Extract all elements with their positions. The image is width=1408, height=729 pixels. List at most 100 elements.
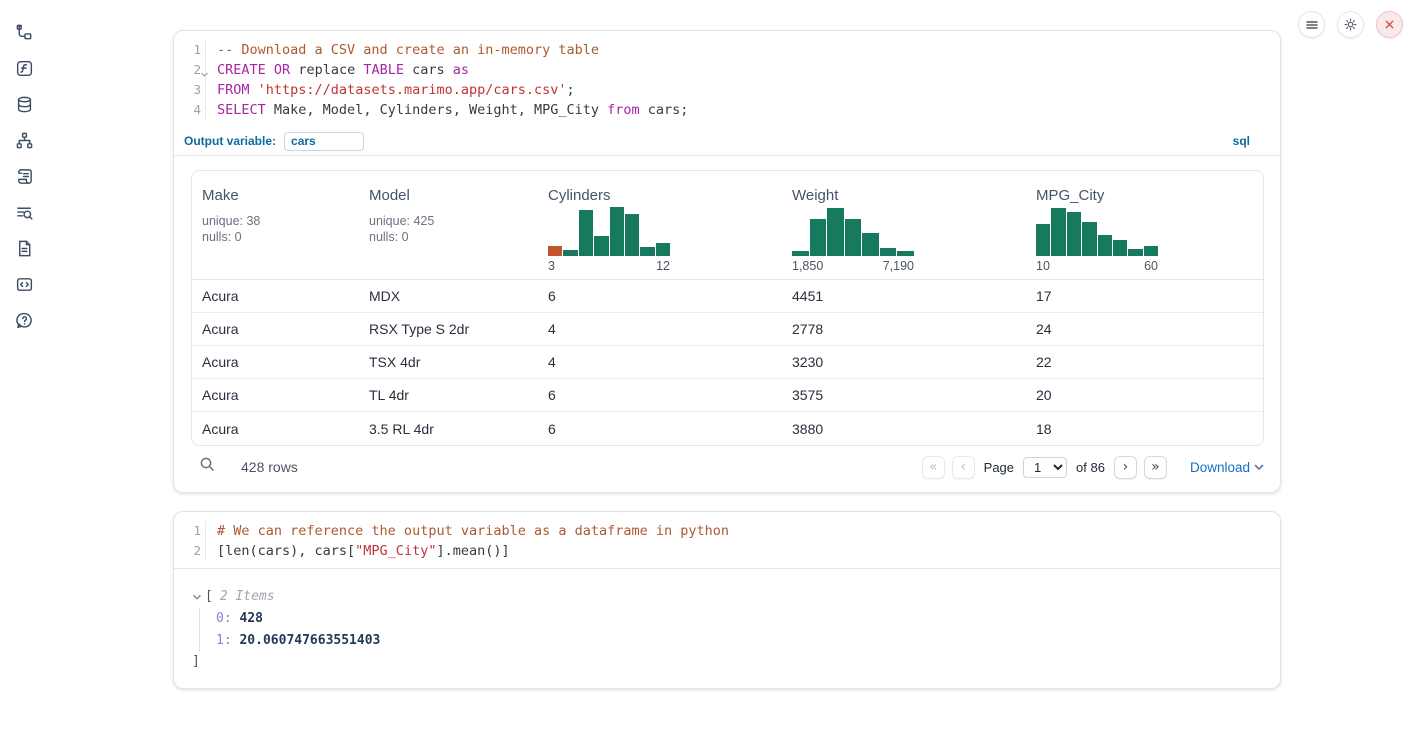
- histogram-bar[interactable]: [625, 214, 639, 256]
- table-row[interactable]: AcuraTSX 4dr4323022: [192, 346, 1263, 379]
- documentation-icon[interactable]: [0, 230, 48, 266]
- first-page-button[interactable]: «: [922, 456, 945, 479]
- list-item[interactable]: 1: 20.060747663551403: [216, 630, 1262, 652]
- code-line[interactable]: 2[len(cars), cars["MPG_City"].mean()]: [174, 541, 1280, 561]
- settings-button[interactable]: [1337, 11, 1364, 38]
- table-cell: 3575: [782, 387, 1026, 403]
- table-cell: RSX Type S 2dr: [359, 321, 538, 337]
- stat-line: nulls: 0: [369, 229, 530, 245]
- histogram-bar[interactable]: [810, 219, 827, 256]
- column-header-mpg_city[interactable]: MPG_City1060: [1026, 183, 1263, 279]
- token-keyword: OR: [274, 62, 290, 78]
- column-stats: unique: 425nulls: 0: [369, 213, 530, 245]
- histogram-bar[interactable]: [610, 207, 624, 256]
- histogram-bar[interactable]: [656, 243, 670, 256]
- histogram-bar[interactable]: [563, 250, 577, 256]
- shutdown-button[interactable]: [1376, 11, 1403, 38]
- histogram-bar[interactable]: [792, 251, 809, 256]
- code-line[interactable]: 1-- Download a CSV and create an in-memo…: [174, 40, 1280, 60]
- histogram-bar[interactable]: [1128, 249, 1142, 256]
- menu-button[interactable]: [1298, 11, 1325, 38]
- download-button[interactable]: Download: [1190, 460, 1264, 475]
- help-icon[interactable]: [0, 302, 48, 338]
- histogram-bar[interactable]: [579, 210, 593, 256]
- histogram-bar[interactable]: [1098, 235, 1112, 256]
- search-icon[interactable]: [199, 456, 216, 478]
- axis-min-label: 1,850: [792, 259, 823, 273]
- last-page-button[interactable]: »: [1144, 456, 1167, 479]
- snippets-icon[interactable]: [0, 266, 48, 302]
- column-header-model[interactable]: Model unique: 425nulls: 0: [359, 183, 538, 279]
- histogram-bar[interactable]: [1144, 246, 1158, 256]
- histogram-bar[interactable]: [827, 208, 844, 256]
- histogram-axis: 312: [548, 259, 670, 273]
- topbar: [1298, 11, 1403, 38]
- output-variable-label: Output variable:: [184, 134, 276, 148]
- notebook: 1 -- Download a CSV and create an in-memo…: [173, 30, 1281, 707]
- code-line[interactable]: 4SELECT Make, Model, Cylinders, Weight, …: [174, 100, 1280, 120]
- table-row[interactable]: AcuraMDX6445117: [192, 280, 1263, 313]
- python-code-editor[interactable]: 1# We can reference the output variable …: [174, 512, 1280, 568]
- histogram-bar[interactable]: [640, 247, 654, 256]
- histogram-bar[interactable]: [1051, 208, 1065, 256]
- axis-max-label: 60: [1144, 259, 1158, 273]
- data-table: Makeunique: 38nulls: 0 Model unique: 425nu…: [191, 170, 1264, 446]
- table-cell: Acura: [192, 288, 359, 304]
- scratchpad-icon[interactable]: [0, 158, 48, 194]
- histogram-bar[interactable]: [880, 248, 897, 256]
- list-item[interactable]: 0: 428: [216, 608, 1262, 630]
- file-tree-icon[interactable]: [0, 14, 48, 50]
- code-line[interactable]: 3FROM 'https://datasets.marimo.app/cars.…: [174, 80, 1280, 100]
- dependency-graph-icon[interactable]: [0, 122, 48, 158]
- histogram-axis: 1060: [1036, 259, 1158, 273]
- histogram-bars: [548, 204, 670, 256]
- histogram-bar[interactable]: [897, 251, 914, 256]
- function-icon[interactable]: [0, 50, 48, 86]
- chevron-down-icon: [192, 594, 202, 601]
- page-label: Page: [984, 460, 1014, 475]
- histogram-bar[interactable]: [1036, 224, 1050, 256]
- output-variable-input[interactable]: [284, 132, 364, 151]
- code-line[interactable]: 1# We can reference the output variable …: [174, 521, 1280, 541]
- chevron-down-icon: [1254, 464, 1264, 471]
- column-label: Cylinders: [548, 187, 774, 204]
- table-cell: 4451: [782, 288, 1026, 304]
- column-header-make[interactable]: Makeunique: 38nulls: 0: [192, 183, 359, 279]
- close-bracket: ]: [192, 652, 1262, 672]
- histogram-bar[interactable]: [1082, 222, 1096, 256]
- table-cell: 3.5 RL 4dr: [359, 421, 538, 437]
- list-output-header[interactable]: [ 2 Items: [192, 586, 1262, 608]
- column-header-cylinders[interactable]: Cylinders 312: [538, 183, 782, 279]
- next-page-button[interactable]: ›: [1114, 456, 1137, 479]
- histogram-bar[interactable]: [1067, 212, 1081, 256]
- histogram-bar[interactable]: [594, 236, 608, 256]
- column-label: Model: [369, 187, 530, 204]
- database-icon[interactable]: [0, 86, 48, 122]
- token-keyword: from: [607, 102, 640, 118]
- code-text: -- Download a CSV and create an in-memor…: [206, 40, 599, 60]
- pagination: « ‹ Page 1 of 86 › » Download: [922, 456, 1264, 479]
- logs-icon[interactable]: [0, 194, 48, 230]
- code-text: # We can reference the output variable a…: [206, 521, 729, 541]
- token-keyword: TABLE: [363, 62, 404, 78]
- row-count-label: 428 rows: [241, 459, 298, 475]
- open-bracket: [: [205, 586, 213, 608]
- histogram-bar[interactable]: [548, 246, 562, 256]
- item-key: 1:: [216, 633, 239, 648]
- column-header-weight[interactable]: Weight1,8507,190: [782, 183, 1026, 279]
- table-row[interactable]: Acura3.5 RL 4dr6388018: [192, 412, 1263, 445]
- histogram-bar[interactable]: [862, 233, 879, 256]
- table-row[interactable]: AcuraRSX Type S 2dr4277824: [192, 313, 1263, 346]
- histogram-bar[interactable]: [845, 219, 862, 256]
- page-select[interactable]: 1: [1023, 457, 1067, 478]
- histogram-bar[interactable]: [1113, 240, 1127, 256]
- prev-page-button[interactable]: ‹: [952, 456, 975, 479]
- table-cell: 6: [538, 288, 782, 304]
- code-text: CREATE OR replace TABLE cars as: [206, 60, 469, 80]
- axis-max-label: 7,190: [883, 259, 914, 273]
- table-row[interactable]: AcuraTL 4dr6357520: [192, 379, 1263, 412]
- token-plain: cars: [404, 62, 453, 78]
- sql-code-editor[interactable]: 1-- Download a CSV and create an in-memo…: [174, 31, 1280, 127]
- code-line[interactable]: 2CREATE OR replace TABLE cars as: [174, 60, 1280, 80]
- token-plain: cars;: [640, 102, 689, 118]
